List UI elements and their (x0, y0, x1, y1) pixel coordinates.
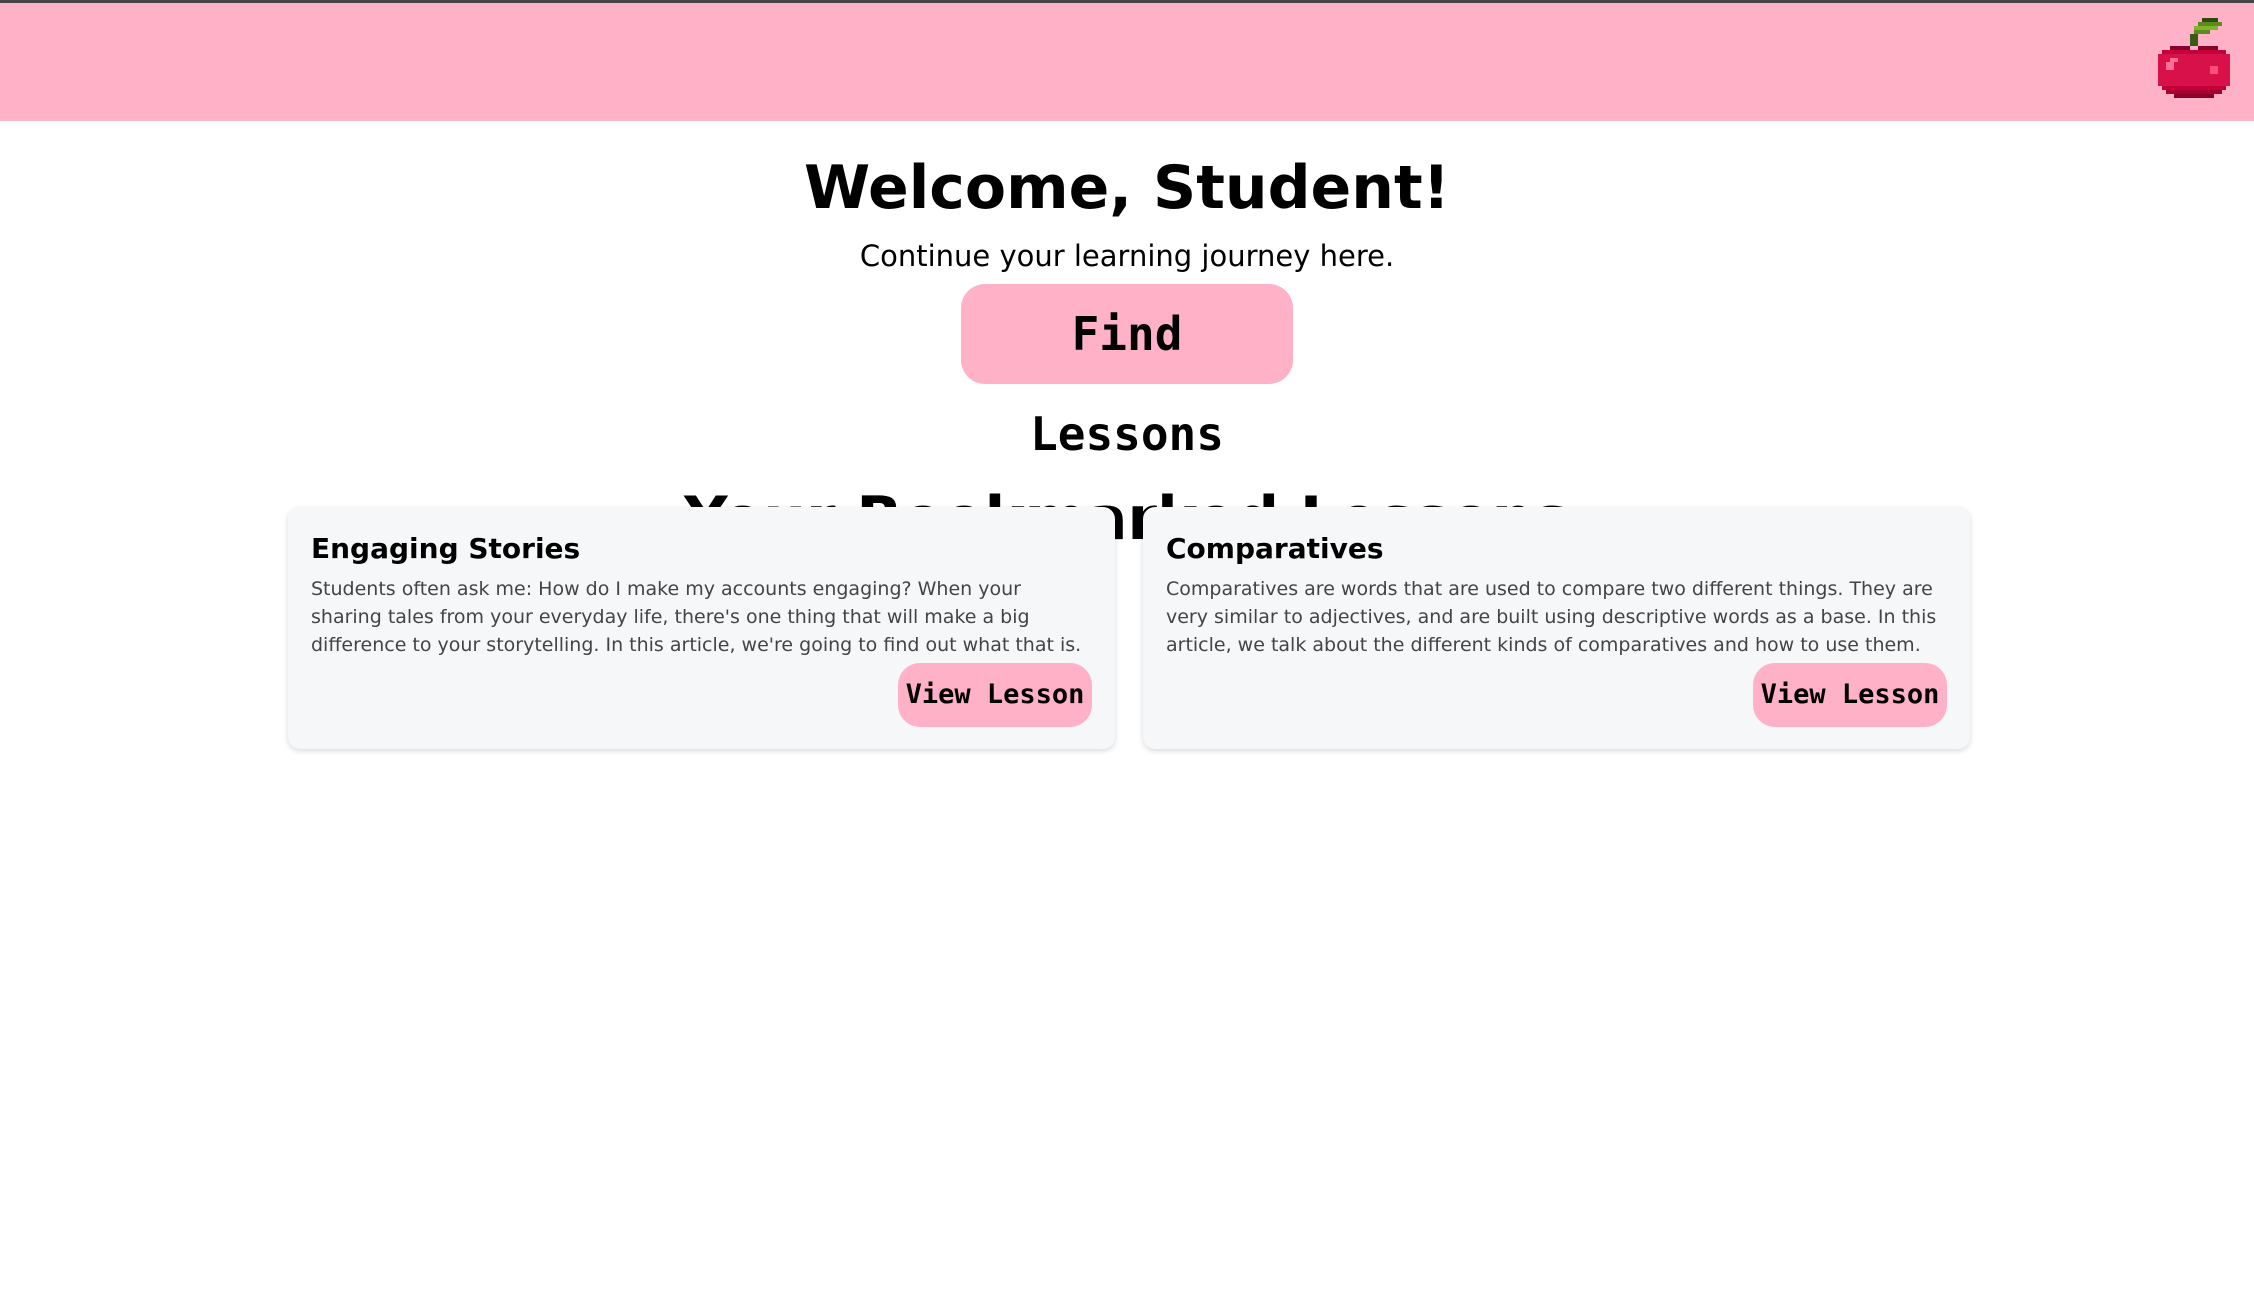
lesson-title: Comparatives (1166, 532, 1384, 565)
view-lesson-button[interactable]: View Lesson (898, 663, 1092, 727)
hero-section: Welcome, Student! Continue your learning… (0, 121, 2254, 556)
page-title: Welcome, Student! (804, 153, 1450, 223)
bookmarked-lessons-list: Engaging Stories Students often ask me: … (288, 507, 1971, 749)
find-lessons-button[interactable]: Find Lessons (961, 284, 1293, 461)
top-navbar (0, 0, 2254, 121)
lesson-description: Students often ask me: How do I make my … (311, 578, 1082, 656)
view-lesson-button[interactable]: View Lesson (1753, 663, 1947, 727)
lesson-card: Comparatives Comparatives are words that… (1143, 507, 1970, 749)
lesson-description: Comparatives are words that are used to … (1166, 578, 1937, 656)
page-subtitle: Continue your learning journey here. (859, 239, 1395, 273)
lesson-title: Engaging Stories (311, 532, 581, 565)
cherry-icon[interactable] (2158, 17, 2230, 107)
lesson-card: Engaging Stories Students often ask me: … (288, 507, 1115, 749)
